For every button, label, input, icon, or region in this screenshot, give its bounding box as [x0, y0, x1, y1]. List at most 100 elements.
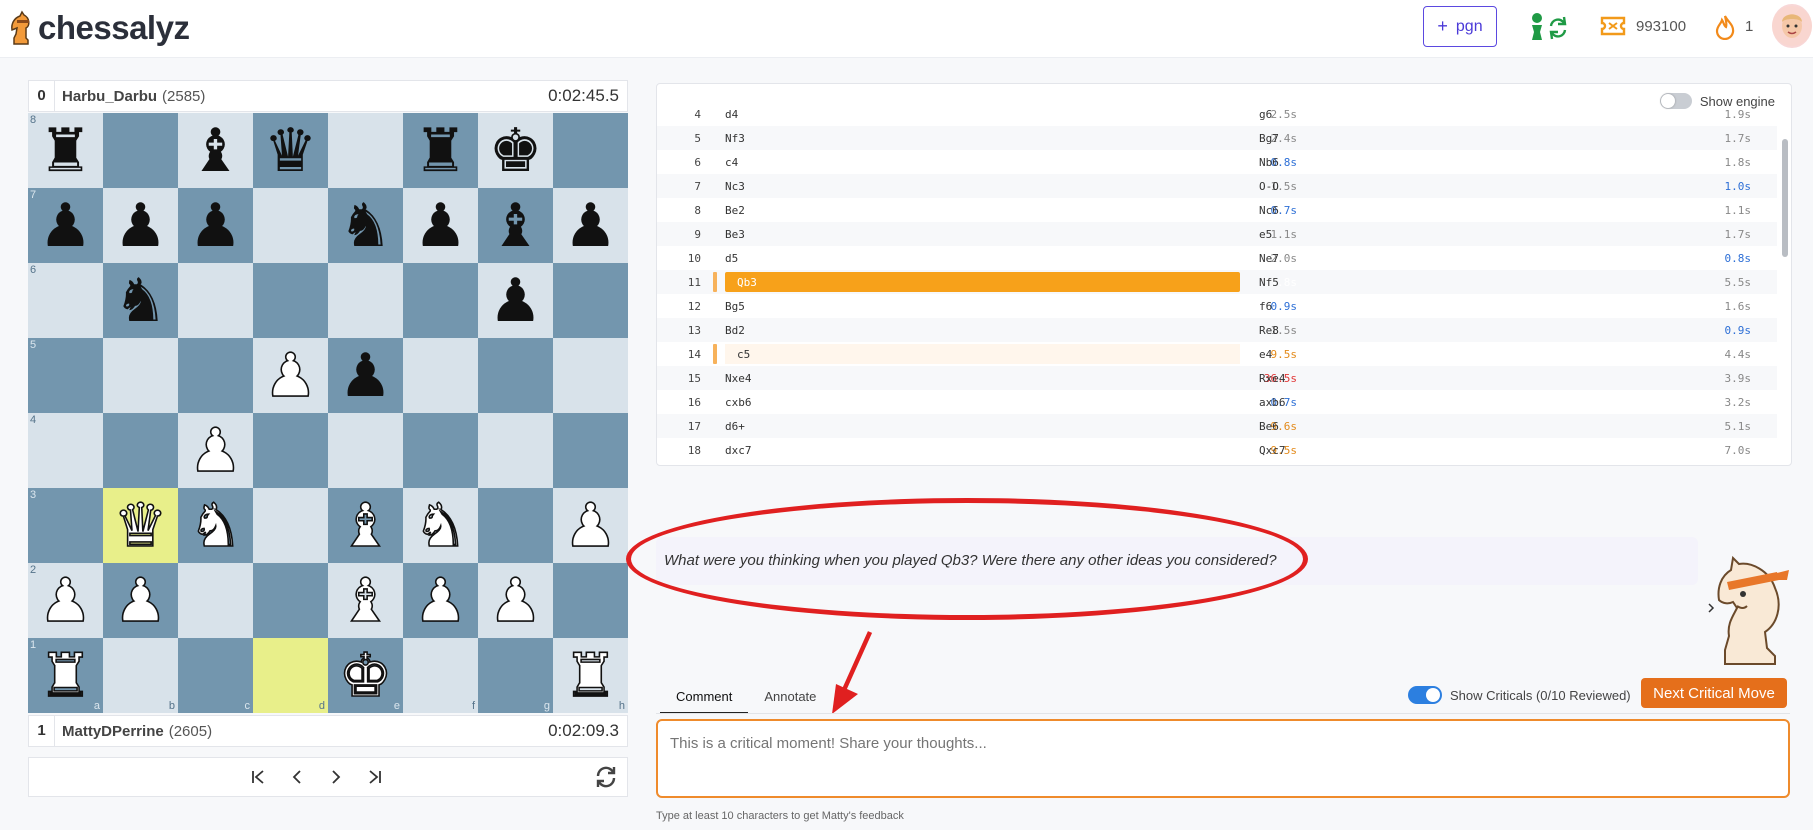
- square-d8[interactable]: ♛: [253, 113, 328, 188]
- square-d4[interactable]: [253, 413, 328, 488]
- logo[interactable]: chessalyz: [8, 6, 190, 50]
- black-move[interactable]: e4: [1259, 348, 1272, 361]
- white-pawn-icon[interactable]: ♟: [413, 570, 468, 632]
- square-f3[interactable]: ♞: [403, 488, 478, 563]
- black-move[interactable]: Nc6: [1259, 204, 1279, 217]
- white-move[interactable]: Bd2: [725, 324, 745, 337]
- square-f2[interactable]: ♟: [403, 563, 478, 638]
- square-c6[interactable]: [178, 263, 253, 338]
- sync-games-icon[interactable]: [1527, 12, 1569, 47]
- white-move[interactable]: Nxe4: [725, 372, 752, 385]
- square-g4[interactable]: [478, 413, 553, 488]
- white-pawn-icon[interactable]: ♟: [113, 570, 168, 632]
- black-move[interactable]: Re8: [1259, 324, 1279, 337]
- square-f5[interactable]: [403, 338, 478, 413]
- square-h8[interactable]: [553, 113, 628, 188]
- black-move[interactable]: axb6: [1259, 396, 1286, 409]
- square-e6[interactable]: [328, 263, 403, 338]
- black-king-icon[interactable]: ♚: [489, 121, 543, 181]
- flip-board-button[interactable]: [593, 764, 619, 790]
- square-g6[interactable]: ♟: [478, 263, 553, 338]
- square-h6[interactable]: [553, 263, 628, 338]
- square-f1[interactable]: f: [403, 638, 478, 713]
- black-move[interactable]: g6: [1259, 108, 1272, 121]
- square-b5[interactable]: [103, 338, 178, 413]
- white-move[interactable]: Nc3: [725, 180, 745, 193]
- black-pawn-icon[interactable]: ♟: [189, 196, 243, 256]
- white-rook-icon[interactable]: ♜: [563, 645, 618, 707]
- tab-comment[interactable]: Comment: [660, 684, 749, 714]
- white-move[interactable]: dxc7: [725, 444, 752, 457]
- black-pawn-icon[interactable]: ♟: [114, 196, 168, 256]
- square-h4[interactable]: [553, 413, 628, 488]
- white-pawn-icon[interactable]: ♟: [38, 570, 93, 632]
- square-g8[interactable]: ♚: [478, 113, 553, 188]
- black-knight-icon[interactable]: ♞: [114, 271, 168, 331]
- black-move[interactable]: f6: [1259, 300, 1272, 313]
- tab-annotate[interactable]: Annotate: [748, 684, 832, 714]
- square-b7[interactable]: ♟: [103, 188, 178, 263]
- square-a8[interactable]: 8 ♜: [28, 113, 103, 188]
- black-queen-icon[interactable]: ♛: [264, 121, 318, 181]
- square-e7[interactable]: ♞: [328, 188, 403, 263]
- square-b4[interactable]: [103, 413, 178, 488]
- square-f4[interactable]: [403, 413, 478, 488]
- square-f8[interactable]: ♜: [403, 113, 478, 188]
- white-pawn-icon[interactable]: ♟: [563, 495, 618, 557]
- white-move[interactable]: Nf3: [725, 132, 745, 145]
- square-b3[interactable]: ♛: [103, 488, 178, 563]
- white-pawn-icon[interactable]: ♟: [263, 345, 318, 407]
- next-move-button[interactable]: [325, 766, 347, 788]
- criticals-switch[interactable]: [1408, 686, 1442, 704]
- black-pawn-icon[interactable]: ♟: [489, 271, 543, 331]
- chess-board[interactable]: 8 ♜ ♝ ♛ ♜ ♚ 7 ♟ ♟ ♟ ♞ ♟ ♝ ♟ 6 ♞ ♟ 5 ♟ ♟ 4 ♟ 3 ♛ ♞ ♝ ♞ ♟ 2 ♟ ♟ ♝ ♟ ♟ 1 a ♜ b c d…: [28, 113, 628, 713]
- square-b2[interactable]: ♟: [103, 563, 178, 638]
- show-criticals-toggle[interactable]: Show Criticals (0/10 Reviewed): [1408, 686, 1631, 704]
- square-c3[interactable]: ♞: [178, 488, 253, 563]
- white-move[interactable]: Qb3: [737, 276, 757, 289]
- square-d7[interactable]: [253, 188, 328, 263]
- square-d6[interactable]: [253, 263, 328, 338]
- square-d1[interactable]: d: [253, 638, 328, 713]
- white-move[interactable]: d5: [725, 252, 738, 265]
- square-g3[interactable]: [478, 488, 553, 563]
- white-move[interactable]: c4: [725, 156, 738, 169]
- square-f6[interactable]: [403, 263, 478, 338]
- black-move[interactable]: Nb6: [1259, 156, 1279, 169]
- square-a3[interactable]: 3: [28, 488, 103, 563]
- square-e1[interactable]: e ♚: [328, 638, 403, 713]
- square-e3[interactable]: ♝: [328, 488, 403, 563]
- next-critical-move-button[interactable]: Next Critical Move: [1641, 678, 1787, 708]
- square-h1[interactable]: h ♜: [553, 638, 628, 713]
- last-move-button[interactable]: [364, 766, 386, 788]
- black-rook-icon[interactable]: ♜: [414, 121, 468, 181]
- white-move[interactable]: cxb6: [725, 396, 752, 409]
- white-bishop-icon[interactable]: ♝: [338, 495, 393, 557]
- square-c5[interactable]: [178, 338, 253, 413]
- square-h3[interactable]: ♟: [553, 488, 628, 563]
- square-a5[interactable]: 5: [28, 338, 103, 413]
- square-a1[interactable]: 1 a ♜: [28, 638, 103, 713]
- black-move[interactable]: Rxe4: [1259, 372, 1286, 385]
- square-g7[interactable]: ♝: [478, 188, 553, 263]
- square-b8[interactable]: [103, 113, 178, 188]
- black-knight-icon[interactable]: ♞: [339, 196, 393, 256]
- black-move[interactable]: Qxc7: [1259, 444, 1286, 457]
- square-d3[interactable]: [253, 488, 328, 563]
- white-king-icon[interactable]: ♚: [338, 645, 393, 707]
- prev-move-button[interactable]: [286, 766, 308, 788]
- square-e8[interactable]: [328, 113, 403, 188]
- white-pawn-icon[interactable]: ♟: [188, 420, 243, 482]
- square-c7[interactable]: ♟: [178, 188, 253, 263]
- square-d2[interactable]: [253, 563, 328, 638]
- square-a6[interactable]: 6: [28, 263, 103, 338]
- square-f7[interactable]: ♟: [403, 188, 478, 263]
- white-move[interactable]: Be2: [725, 204, 745, 217]
- white-move[interactable]: d4: [725, 108, 738, 121]
- square-g1[interactable]: g: [478, 638, 553, 713]
- black-bishop-icon[interactable]: ♝: [489, 196, 543, 256]
- white-move[interactable]: Bg5: [725, 300, 745, 313]
- first-move-button[interactable]: [247, 766, 269, 788]
- square-e2[interactable]: ♝: [328, 563, 403, 638]
- comment-input[interactable]: [656, 719, 1790, 798]
